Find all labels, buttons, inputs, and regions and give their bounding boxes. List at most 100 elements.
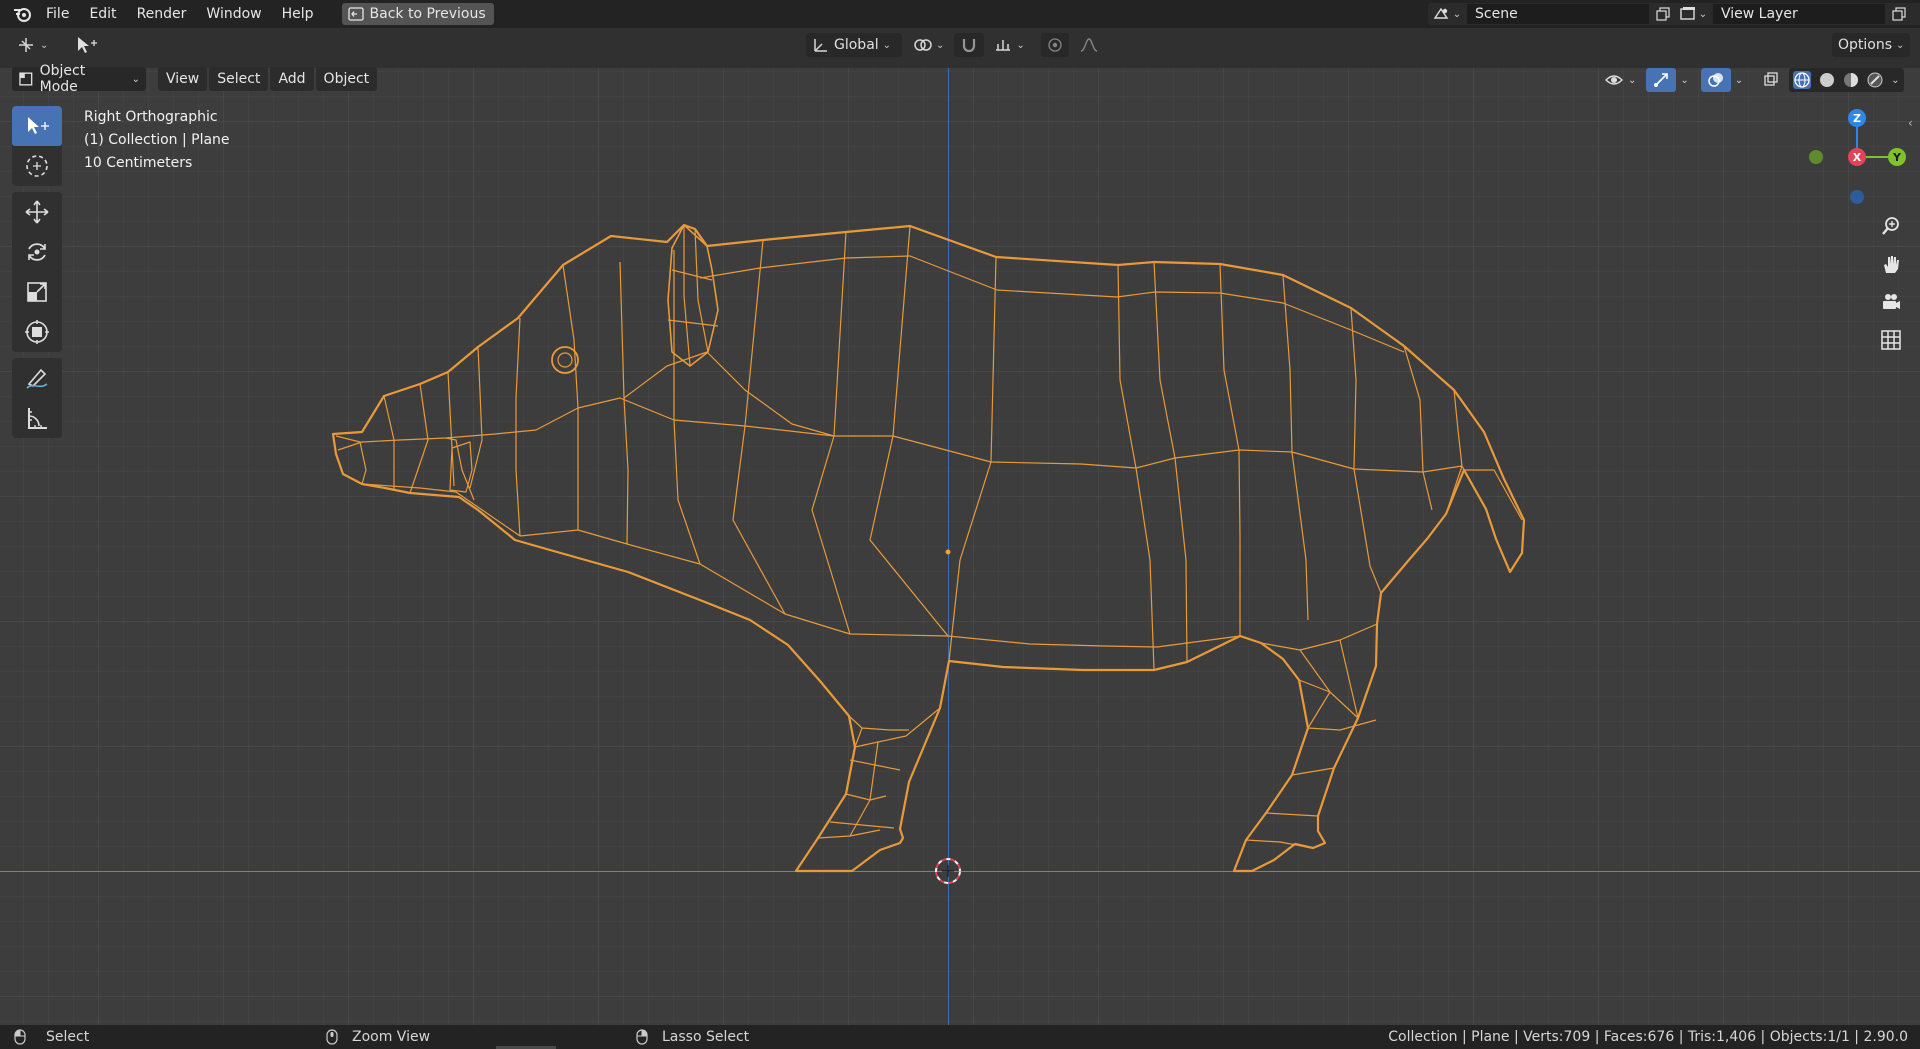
menu-help[interactable]: Help — [272, 0, 324, 28]
viewport-menu-select[interactable]: Select — [209, 67, 269, 91]
overlays-toggle[interactable] — [1700, 68, 1731, 92]
editor-type-button[interactable]: ⌄ — [10, 33, 54, 57]
chevron-down-icon[interactable]: ⌄ — [1680, 75, 1688, 86]
hand-icon — [1884, 256, 1899, 273]
move-tool[interactable] — [12, 192, 62, 232]
measure-tool[interactable] — [12, 398, 62, 438]
move-icon — [25, 200, 49, 224]
snap-target-select[interactable]: ⌄ — [988, 33, 1030, 57]
status-middle-label: Zoom View — [352, 1029, 431, 1045]
snap-increment-icon — [996, 40, 1011, 51]
view-layer-field[interactable]: View Layer — [1712, 3, 1886, 25]
blender-logo-icon[interactable] — [8, 0, 36, 28]
scene-icon — [1433, 7, 1449, 19]
viewport-menu-object[interactable]: Object — [315, 67, 378, 91]
navigation-gizmo[interactable]: Z Y X — [1800, 106, 1910, 206]
new-scene-button[interactable] — [1650, 3, 1676, 25]
visibility-select[interactable]: ⌄ — [1598, 68, 1642, 92]
interaction-mode-value: Object Mode — [39, 63, 86, 95]
viewport-header: Object Mode ⌄ View Select Add Object ⌄ ⌄… — [0, 63, 1920, 95]
material-preview-icon[interactable] — [1843, 72, 1859, 88]
chevron-down-icon: ⌄ — [1896, 39, 1905, 51]
status-right-mouse: Lasso Select — [636, 1025, 749, 1049]
rotate-icon — [28, 243, 46, 261]
magnet-icon — [963, 39, 976, 53]
menu-edit[interactable]: Edit — [79, 0, 126, 28]
collection-info: (1) Collection | Plane — [84, 132, 230, 148]
snap-toggle[interactable] — [954, 33, 985, 57]
xray-icon — [1764, 72, 1778, 86]
sidebar-expand-chevron-icon[interactable]: ‹ — [1908, 116, 1913, 130]
status-left-label: Select — [46, 1029, 90, 1045]
cursor-target-icon — [26, 155, 48, 177]
transform-orientation-select[interactable]: Global ⌄ — [806, 33, 902, 57]
tool-header: ⌄ Global ⌄ ⌄ ⌄ Options ⌄ — [0, 28, 1920, 68]
mouse-right-icon — [636, 1029, 648, 1045]
menu-window[interactable]: Window — [196, 0, 271, 28]
options-dropdown[interactable]: Options ⌄ — [1832, 33, 1911, 57]
measure-ruler-icon — [28, 408, 47, 429]
transform-icon — [25, 320, 49, 344]
gizmo-y-negative — [1809, 150, 1823, 164]
orthographic-toggle-button[interactable] — [1876, 325, 1906, 355]
transform-tool[interactable] — [12, 312, 62, 352]
scene-browse-button[interactable]: ⌄ — [1428, 3, 1466, 25]
orientation-global-icon — [814, 39, 827, 52]
viewport-editor-icon — [19, 38, 33, 52]
grid-icon — [1881, 330, 1901, 350]
proportional-editing-toggle[interactable] — [1040, 33, 1069, 57]
back-to-previous-button[interactable]: Back to Previous — [341, 3, 494, 25]
pivot-point-select[interactable]: ⌄ — [906, 33, 950, 57]
gizmo-y-label: Y — [1892, 151, 1902, 164]
rendered-shading-icon[interactable] — [1867, 72, 1883, 88]
scene-name-field[interactable]: Scene — [1466, 3, 1650, 25]
solid-shading-icon[interactable] — [1819, 72, 1835, 88]
duplicate-icon — [1656, 7, 1670, 21]
viewport-menu-view[interactable]: View — [158, 67, 208, 91]
select-box-tool[interactable] — [12, 106, 62, 146]
chevron-down-icon: ⌄ — [936, 39, 945, 51]
chevron-down-icon: ⌄ — [1016, 39, 1025, 51]
pan-view-button[interactable] — [1876, 249, 1906, 279]
mouse-middle-icon — [326, 1029, 338, 1045]
wireframe-shading-icon[interactable] — [1793, 71, 1812, 89]
cursor-tool[interactable] — [12, 146, 62, 186]
shading-mode-group: ⌄ — [1789, 68, 1904, 92]
duplicate-icon — [1892, 7, 1906, 21]
menu-file[interactable]: File — [36, 0, 79, 28]
camera-icon — [1883, 294, 1900, 309]
delete-view-layer-button[interactable]: ✕ — [1912, 3, 1920, 25]
chevron-down-icon: ⌄ — [131, 73, 140, 85]
eye-icon — [1605, 75, 1623, 85]
select-box-tool-setting[interactable] — [68, 33, 104, 57]
status-bar: Select Zoom View Lasso Select Collection… — [0, 1025, 1920, 1049]
status-middle-mouse: Zoom View — [326, 1025, 430, 1049]
proportional-falloff-select[interactable] — [1073, 33, 1105, 57]
new-view-layer-button[interactable] — [1886, 3, 1912, 25]
chevron-down-icon: ⌄ — [1628, 74, 1637, 86]
interaction-mode-select[interactable]: Object Mode ⌄ — [12, 63, 146, 95]
annotate-pencil-icon — [26, 368, 48, 389]
chevron-down-icon[interactable]: ⌄ — [1735, 75, 1743, 86]
grid-scale-info: 10 Centimeters — [84, 155, 193, 171]
status-left-mouse: Select — [14, 1025, 89, 1049]
gizmo-toggle[interactable] — [1646, 68, 1677, 92]
pivot-point-icon — [914, 39, 932, 51]
scale-tool[interactable] — [12, 272, 62, 312]
scale-icon — [27, 282, 47, 302]
viewport-menu-add[interactable]: Add — [270, 67, 314, 91]
xray-toggle[interactable] — [1757, 68, 1785, 92]
chevron-down-icon: ⌄ — [882, 39, 892, 51]
rotate-tool[interactable] — [12, 232, 62, 272]
gizmo-icon — [1654, 73, 1669, 87]
view-layer-browse-button[interactable]: ⌄ — [1674, 3, 1712, 25]
menu-render[interactable]: Render — [127, 0, 197, 28]
zoom-view-button[interactable] — [1876, 211, 1906, 241]
boar-wireframe-mesh[interactable] — [0, 0, 1920, 1049]
annotate-tool[interactable] — [12, 358, 62, 398]
camera-view-button[interactable] — [1876, 287, 1906, 317]
status-right-label: Lasso Select — [662, 1029, 750, 1045]
chevron-down-icon: ⌄ — [40, 39, 49, 51]
chevron-down-icon[interactable]: ⌄ — [1891, 75, 1899, 86]
select-cursor-icon — [28, 117, 49, 134]
